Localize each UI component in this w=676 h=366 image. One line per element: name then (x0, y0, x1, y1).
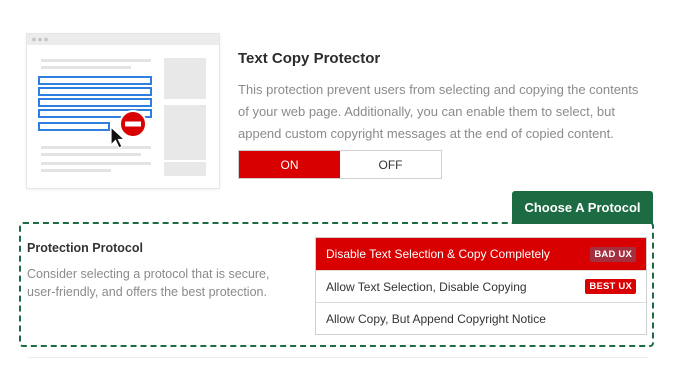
divider (28, 357, 648, 358)
feature-description: This protection prevent users from selec… (238, 82, 639, 141)
bad-ux-badge: BAD UX (590, 246, 636, 262)
protocol-option-disable-copying[interactable]: Allow Text Selection, Disable Copying BE… (316, 270, 646, 302)
best-ux-badge: BEST UX (585, 279, 636, 294)
on-off-toggle[interactable]: ON OFF (238, 150, 442, 179)
protocol-option-append-copyright[interactable]: Allow Copy, But Append Copyright Notice (316, 302, 646, 334)
choose-protocol-tab: Choose A Protocol (512, 191, 653, 224)
protocol-option-label: Allow Text Selection, Disable Copying (326, 279, 527, 294)
toggle-off-button[interactable]: OFF (340, 151, 441, 178)
browser-window-illustration (27, 34, 219, 176)
protocol-option-label: Disable Text Selection & Copy Completely (326, 247, 550, 261)
toggle-on-button[interactable]: ON (239, 151, 340, 178)
protocol-option-label: Allow Copy, But Append Copyright Notice (326, 311, 546, 326)
protection-protocol-description: Consider selecting a protocol that is se… (27, 267, 270, 299)
protocol-options-list: Disable Text Selection & Copy Completely… (315, 237, 647, 335)
protection-protocol-title: Protection Protocol (27, 241, 143, 255)
no-entry-icon (119, 110, 147, 138)
text-protection-illustration (26, 33, 220, 189)
feature-title: Text Copy Protector (238, 50, 381, 67)
protocol-option-disable-completely[interactable]: Disable Text Selection & Copy Completely… (316, 238, 646, 270)
